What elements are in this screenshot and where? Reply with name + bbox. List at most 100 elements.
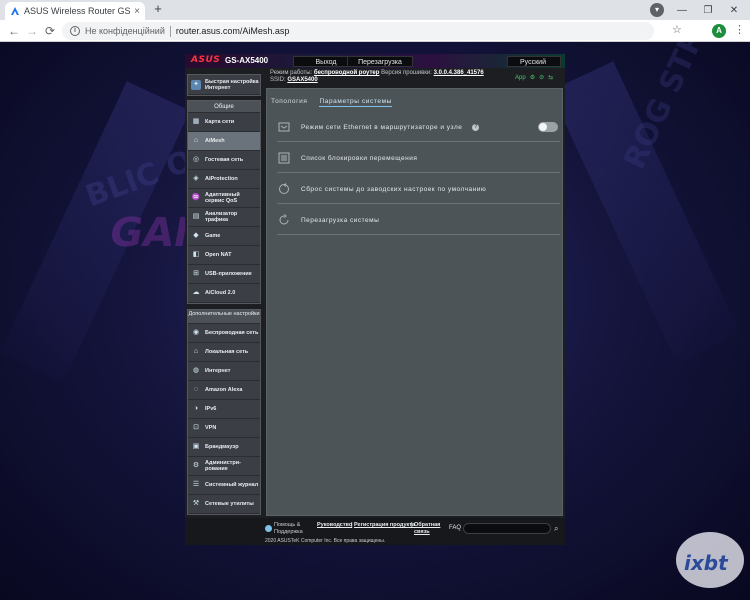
- app-icon[interactable]: App: [515, 75, 526, 81]
- tools-icon: ⚒: [192, 500, 200, 507]
- sidebar: ✦ Быстрая настройка Интернет Общие ▦ Карт…: [187, 74, 261, 515]
- status-icons: App ⚙ ⊘ ⇆: [515, 74, 553, 82]
- mode-value[interactable]: беспроводной роутер: [314, 70, 380, 76]
- setting-row-factory-reset[interactable]: Сброс системы до заводских настроек по у…: [277, 175, 560, 204]
- reboot-button[interactable]: Перезагрузка: [347, 56, 413, 67]
- maximize-button[interactable]: ❐: [694, 0, 722, 20]
- info-icon[interactable]: i: [70, 26, 80, 36]
- gear-icon: ⚙: [192, 462, 200, 469]
- sidebar-item-aimesh[interactable]: ⌂ AiMesh: [188, 132, 260, 151]
- faq-search-input[interactable]: [463, 523, 551, 534]
- sidebar-item-label: Game: [205, 233, 221, 239]
- sidebar-item-label: Адаптивный сервис QoS: [205, 192, 240, 204]
- setting-label: Сброс системы до заводских настроек по у…: [301, 185, 487, 193]
- sidebar-item-open-nat[interactable]: ◧ Open NAT: [188, 246, 260, 265]
- sidebar-item-label: Системный журнал: [205, 482, 259, 488]
- main-content: Топология Параметры системы Режим сети E…: [266, 88, 563, 516]
- sidebar-item-system-log[interactable]: ☰ Системный журнал: [188, 476, 260, 495]
- url-text[interactable]: router.asus.com/AiMesh.asp: [176, 26, 290, 36]
- sidebar-item-alexa[interactable]: ◌ Amazon Alexa: [188, 381, 260, 400]
- sidebar-item-firewall[interactable]: ▣ Брандмауэр: [188, 438, 260, 457]
- aimesh-icon: ⌂: [193, 137, 199, 144]
- sidebar-item-aiprotection[interactable]: ◈ AiProtection: [188, 170, 260, 189]
- product-registration-link[interactable]: Регистрация продукта: [354, 522, 415, 529]
- mode-label: Режим работы:: [270, 70, 313, 76]
- feedback-link[interactable]: Обратная связь: [414, 522, 444, 536]
- ssid-label: SSID:: [270, 77, 286, 83]
- close-window-button[interactable]: ✕: [720, 0, 748, 20]
- qos-icon: ♒: [191, 194, 201, 201]
- sidebar-item-wan[interactable]: ◍ Интернет: [188, 362, 260, 381]
- help-hint-icon[interactable]: ?: [472, 123, 480, 131]
- browser-menu-icon[interactable]: ⋮: [734, 23, 745, 36]
- manual-link[interactable]: Руководство: [317, 522, 352, 529]
- lan-icon: ⌂: [193, 348, 199, 355]
- firmware-value[interactable]: 3.0.0.4.386_41576: [434, 70, 484, 76]
- browser-tab-bar: ASUS Wireless Router GS-AX540 × + ▾ — ❐ …: [0, 0, 750, 20]
- ethernet-mode-toggle[interactable]: [538, 122, 558, 132]
- ssid-value[interactable]: GSAX5400: [287, 77, 317, 83]
- footer-separator: |: [351, 522, 353, 528]
- setting-row-reboot[interactable]: Перезагрузка системы: [277, 206, 560, 235]
- brand-logo: ASUS: [191, 55, 221, 65]
- sidebar-item-wireless[interactable]: ◉ Беспроводная сеть: [188, 324, 260, 343]
- setting-row-roaming-block[interactable]: Список блокировки перемещения: [277, 144, 560, 173]
- sidebar-item-lan[interactable]: ⌂ Локальная сеть: [188, 343, 260, 362]
- sidebar-item-usb-app[interactable]: ⊞ USB-приложение: [188, 265, 260, 284]
- network-status-icon[interactable]: ⇆: [548, 74, 553, 81]
- sidebar-item-vpn[interactable]: ⊡ VPN: [188, 419, 260, 438]
- open-nat-icon: ◧: [192, 251, 200, 258]
- sidebar-item-game[interactable]: ◆ Game: [188, 227, 260, 246]
- setting-row-ethernet-mode[interactable]: Режим сети Ethernet в маршрутизаторе и у…: [277, 113, 560, 142]
- sidebar-item-administration[interactable]: ⚙ Администри-рование: [188, 457, 260, 476]
- globe-icon: ◍: [192, 367, 200, 374]
- back-button[interactable]: ←: [6, 23, 22, 39]
- browser-tab[interactable]: ASUS Wireless Router GS-AX540 ×: [5, 2, 145, 20]
- wand-icon: ✦: [191, 79, 201, 90]
- search-icon[interactable]: ⌕: [554, 524, 558, 534]
- sidebar-item-qos[interactable]: ♒ Адаптивный сервис QoS: [188, 189, 260, 208]
- sidebar-item-traffic-analyzer[interactable]: ▤ Анализатор трафика: [188, 208, 260, 227]
- sidebar-item-label: Быстрая настройка Интернет: [205, 78, 259, 91]
- settings-status-icon[interactable]: ⚙: [530, 74, 535, 81]
- firmware-label: Версия прошивки:: [381, 70, 432, 76]
- bookmark-star-icon[interactable]: ☆: [672, 23, 682, 36]
- general-block: Общие ▦ Карта сети ⌂ AiMesh ◎ Гостевая сеть…: [187, 100, 261, 304]
- sidebar-item-quick-setup[interactable]: ✦ Быстрая настройка Интернет: [188, 75, 260, 95]
- sidebar-item-label: Open NAT: [205, 252, 232, 258]
- sidebar-item-network-tools[interactable]: ⚒ Сетевые утилиты: [188, 495, 260, 514]
- setting-label: Список блокировки перемещения: [301, 154, 418, 162]
- address-bar[interactable]: i Не конфіденційний router.asus.com/AiMe…: [62, 22, 654, 40]
- tab-system-settings[interactable]: Параметры системы: [319, 98, 392, 107]
- shield-icon: ◈: [193, 175, 199, 182]
- internet-status-icon[interactable]: ⊘: [539, 74, 544, 81]
- tab-search-icon[interactable]: ▾: [650, 3, 664, 17]
- sidebar-item-label: Анализатор трафика: [205, 211, 238, 223]
- reload-button[interactable]: ⟳: [42, 23, 58, 39]
- sidebar-item-aicloud[interactable]: ☁ AiCloud 2.0: [188, 284, 260, 303]
- sidebar-item-ipv6[interactable]: ◑ IPv6: [188, 400, 260, 419]
- forward-button[interactable]: →: [24, 23, 40, 39]
- sidebar-item-network-map[interactable]: ▦ Карта сети: [188, 113, 260, 132]
- sidebar-item-label: IPv6: [205, 406, 217, 412]
- close-tab-icon[interactable]: ×: [134, 6, 140, 17]
- sidebar-item-guest-network[interactable]: ◎ Гостевая сеть: [188, 151, 260, 170]
- sidebar-item-label: Администри-рование: [205, 460, 241, 472]
- tab-topology[interactable]: Топология: [271, 98, 307, 107]
- new-tab-button[interactable]: +: [151, 2, 165, 16]
- security-label: Не конфіденційний: [85, 26, 165, 36]
- minimize-button[interactable]: —: [668, 0, 696, 20]
- language-select[interactable]: Русский: [507, 56, 561, 67]
- sidebar-item-label: AiCloud 2.0: [205, 290, 236, 296]
- sidebar-item-label: AiProtection: [205, 176, 238, 182]
- gamepad-icon: ◆: [193, 232, 199, 239]
- profile-avatar[interactable]: A: [712, 24, 726, 38]
- quick-setup-block: ✦ Быстрая настройка Интернет: [187, 74, 261, 96]
- reboot-icon: [279, 214, 289, 225]
- sidebar-item-label: AiMesh: [205, 138, 225, 144]
- router-header: ASUS GS-AX5400 Выход Перезагрузка Русски…: [185, 54, 565, 68]
- help-icon: [265, 525, 272, 532]
- sidebar-item-label: Локальная сеть: [205, 349, 249, 355]
- log-icon: ☰: [192, 481, 200, 488]
- factory-reset-icon: [279, 183, 289, 194]
